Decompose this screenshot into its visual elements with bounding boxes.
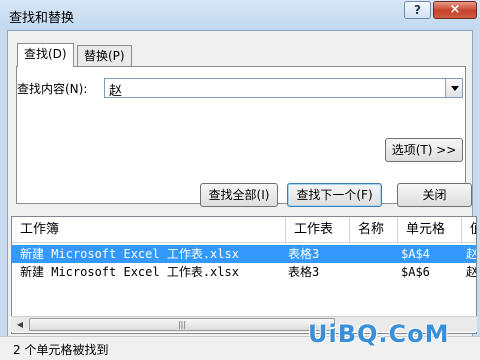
cell-value: 赵 [466,265,477,279]
find-all-button[interactable]: 查找全部(I) [200,183,278,207]
watermark-logo: UiBQ.CoM [308,320,450,348]
find-next-button[interactable]: 查找下一个(F) [287,183,382,207]
cell-address: $A$4 [401,247,430,261]
tab-replace[interactable]: 替换(P) [77,45,132,67]
cell-address: $A$6 [401,265,430,279]
chevron-down-icon[interactable] [445,79,462,97]
column-header-name[interactable]: 名称 [350,217,398,243]
find-what-label: 查找内容(N): [17,82,88,96]
cell-workbook: 新建 Microsoft Excel 工作表.xlsx [20,265,239,279]
scroll-left-icon[interactable]: ◀ [12,317,28,333]
scrollbar-thumb[interactable]: ||| [29,318,335,331]
status-text: 2 个单元格被找到 [13,343,109,357]
options-button[interactable]: 选项(T) >> [385,138,463,162]
title-bar: 查找和替换 ? × [0,0,480,30]
column-header-cell[interactable]: 单元格 [398,217,462,243]
result-row[interactable]: 新建 Microsoft Excel 工作表.xlsx 表格3 $A$4 赵 [12,245,477,263]
find-what-input[interactable]: 赵 [109,80,122,99]
tab-find[interactable]: 查找(D) [17,43,74,67]
close-button[interactable]: 关闭 [397,183,472,207]
find-what-combobox[interactable]: 赵 [104,78,463,99]
cell-value: 赵 [466,247,477,261]
help-button[interactable]: ? [404,1,431,19]
result-row[interactable]: 新建 Microsoft Excel 工作表.xlsx 表格3 $A$6 赵 [12,263,477,281]
cell-name [352,263,396,281]
cell-workbook: 新建 Microsoft Excel 工作表.xlsx [20,247,239,261]
column-header-workbook[interactable]: 工作簿 [12,217,286,243]
column-header-value[interactable]: 值 [462,217,476,243]
window-title: 查找和替换 [9,11,75,26]
cell-sheet: 表格3 [288,247,320,261]
cell-name [352,245,396,263]
cell-sheet: 表格3 [288,265,320,279]
column-header-sheet[interactable]: 工作表 [286,217,350,243]
close-window-button[interactable]: × [433,1,477,19]
